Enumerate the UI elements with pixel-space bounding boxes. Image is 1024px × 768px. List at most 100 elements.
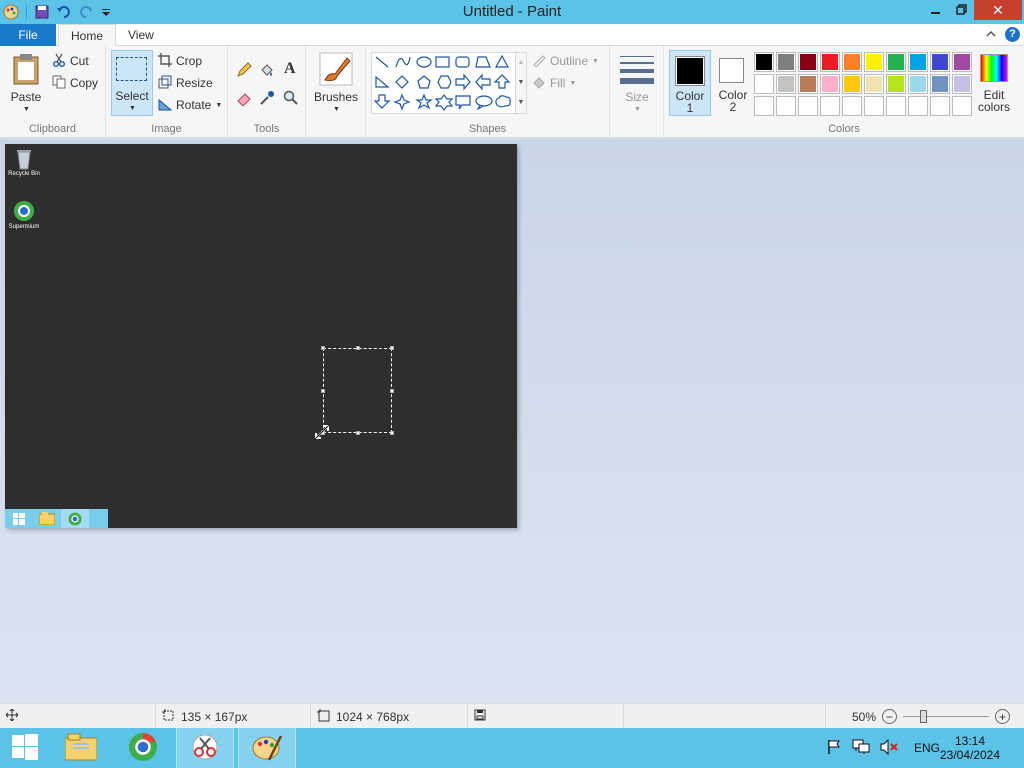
palette-swatch[interactable] — [754, 52, 774, 72]
restore-button[interactable] — [948, 0, 974, 20]
volume-muted-icon[interactable] — [880, 738, 898, 758]
palette-custom-slot[interactable] — [864, 96, 884, 116]
taskbar-supermium[interactable] — [114, 728, 172, 768]
drawing-canvas[interactable]: Recycle Bin Supermium — [5, 144, 517, 528]
canvas-workspace[interactable]: Recycle Bin Supermium — [0, 139, 1024, 702]
four-point-star-shape-icon[interactable] — [393, 93, 411, 111]
color2-button[interactable]: Color 2 — [713, 50, 753, 116]
rectangle-shape-icon[interactable] — [435, 56, 450, 68]
eraser-icon[interactable] — [236, 90, 252, 109]
color1-button[interactable]: Color 1 — [669, 50, 711, 116]
resize-button[interactable]: Resize — [158, 73, 213, 93]
minimize-ribbon-icon[interactable] — [985, 28, 997, 43]
palette-custom-slot[interactable] — [754, 96, 774, 116]
pentagon-shape-icon[interactable] — [417, 75, 431, 89]
right-arrow-shape-icon[interactable] — [455, 73, 471, 91]
down-arrow-shape-icon[interactable] — [373, 94, 391, 109]
left-arrow-shape-icon[interactable] — [475, 73, 491, 91]
select-button[interactable]: Select ▼ — [111, 50, 153, 116]
cloud-callout-shape-icon[interactable] — [495, 95, 511, 108]
minimize-button[interactable] — [922, 0, 948, 20]
taskbar-snipping-tool[interactable] — [176, 728, 234, 768]
tab-home[interactable]: Home — [58, 24, 117, 47]
rounded-callout-shape-icon[interactable] — [455, 95, 471, 110]
diamond-shape-icon[interactable] — [395, 75, 409, 89]
selection-handle-top[interactable] — [356, 346, 360, 350]
zoom-slider-thumb[interactable] — [920, 710, 928, 723]
copy-button[interactable]: Copy — [52, 73, 98, 93]
palette-swatch[interactable] — [908, 74, 928, 94]
cut-button[interactable]: Cut — [52, 51, 89, 71]
palette-swatch[interactable] — [864, 52, 884, 72]
five-point-star-shape-icon[interactable] — [415, 93, 433, 110]
paste-button[interactable]: Paste ▼ — [6, 50, 46, 114]
palette-custom-slot[interactable] — [886, 96, 906, 116]
rounded-rectangle-shape-icon[interactable] — [455, 56, 470, 68]
zoom-out-button[interactable]: − — [882, 709, 898, 724]
palette-swatch[interactable] — [754, 74, 774, 94]
palette-custom-slot[interactable] — [952, 96, 972, 116]
up-arrow-shape-icon[interactable] — [493, 74, 511, 89]
edit-colors-button[interactable]: Edit colors — [972, 50, 1016, 116]
selection-handle-right[interactable] — [390, 389, 394, 393]
selection-handle-top-left[interactable] — [321, 346, 325, 350]
palette-custom-slot[interactable] — [908, 96, 928, 116]
shapes-scrollbar[interactable]: ▲ ▼ ▼ — [515, 52, 527, 114]
curve-shape-icon[interactable] — [395, 56, 411, 68]
palette-custom-slot[interactable] — [842, 96, 862, 116]
oval-callout-shape-icon[interactable] — [475, 95, 493, 111]
action-center-flag-icon[interactable] — [826, 739, 842, 758]
palette-custom-slot[interactable] — [820, 96, 840, 116]
start-button[interactable] — [0, 728, 50, 768]
magnifier-icon[interactable] — [283, 90, 299, 109]
palette-swatch[interactable] — [820, 52, 840, 72]
taskbar-file-explorer[interactable] — [52, 728, 110, 768]
selection-handle-top-right[interactable] — [390, 346, 394, 350]
outline-button[interactable]: Outline ▼ — [532, 51, 599, 71]
polygon-shape-icon[interactable] — [475, 56, 491, 68]
palette-swatch[interactable] — [930, 52, 950, 72]
tab-file[interactable]: File — [0, 24, 56, 46]
scroll-down-icon[interactable]: ▼ — [516, 73, 526, 93]
rotate-button[interactable]: Rotate ▼ — [158, 95, 222, 115]
crop-button[interactable]: Crop — [158, 51, 202, 71]
right-triangle-shape-icon[interactable] — [375, 75, 390, 88]
zoom-slider[interactable] — [903, 709, 990, 724]
selection-handle-left[interactable] — [321, 389, 325, 393]
selection-rectangle[interactable] — [321, 346, 394, 435]
palette-swatch[interactable] — [798, 52, 818, 72]
palette-swatch[interactable] — [842, 52, 862, 72]
palette-swatch[interactable] — [864, 74, 884, 94]
oval-shape-icon[interactable] — [416, 56, 432, 68]
hexagon-shape-icon[interactable] — [437, 75, 452, 89]
fill-bucket-icon[interactable] — [259, 62, 275, 81]
selection-handle-bottom-right[interactable] — [390, 431, 394, 435]
triangle-shape-icon[interactable] — [494, 54, 510, 68]
six-point-star-shape-icon[interactable] — [434, 94, 454, 111]
palette-swatch[interactable] — [842, 74, 862, 94]
palette-swatch[interactable] — [908, 52, 928, 72]
palette-swatch[interactable] — [776, 74, 796, 94]
palette-custom-slot[interactable] — [930, 96, 950, 116]
language-indicator[interactable]: ENG — [914, 741, 940, 755]
palette-swatch[interactable] — [952, 74, 972, 94]
line-shape-icon[interactable] — [375, 56, 389, 68]
palette-swatch[interactable] — [798, 74, 818, 94]
palette-swatch[interactable] — [930, 74, 950, 94]
text-icon[interactable]: A — [284, 60, 296, 78]
palette-swatch[interactable] — [886, 52, 906, 72]
scroll-up-icon[interactable]: ▲ — [516, 53, 526, 73]
color-picker-icon[interactable] — [259, 90, 275, 109]
selection-handle-bottom[interactable] — [356, 431, 360, 435]
pencil-icon[interactable] — [236, 62, 252, 81]
brushes-button[interactable]: Brushes ▼ — [311, 50, 361, 116]
palette-swatch[interactable] — [820, 74, 840, 94]
zoom-in-button[interactable]: + — [995, 709, 1011, 724]
size-button[interactable]: Size ▼ — [615, 50, 659, 116]
expand-gallery-icon[interactable]: ▼ — [516, 93, 526, 113]
fill-button[interactable]: Fill ▼ — [532, 73, 576, 93]
palette-swatch[interactable] — [952, 52, 972, 72]
close-button[interactable]: ✕ — [974, 0, 1022, 20]
palette-swatch[interactable] — [886, 74, 906, 94]
palette-custom-slot[interactable] — [776, 96, 796, 116]
